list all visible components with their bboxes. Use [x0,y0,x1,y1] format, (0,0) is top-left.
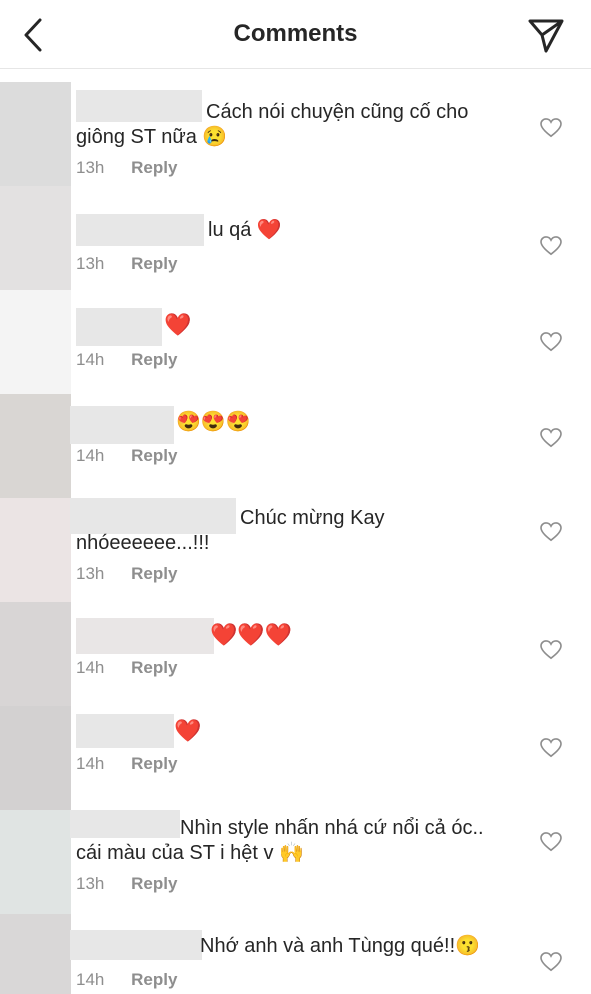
like-heart-icon[interactable] [540,522,562,542]
comment-item: Chúc mừng Kay nhóeeeeee...!!! 13h Reply [0,498,591,602]
reply-button[interactable]: Reply [131,254,177,273]
avatar[interactable] [0,602,71,706]
reply-button[interactable]: Reply [131,446,177,465]
reply-button[interactable]: Reply [131,970,177,989]
avatar[interactable] [0,706,71,810]
paper-plane-icon[interactable] [527,18,565,54]
comment-text: lu qá ❤️ [208,219,282,241]
reply-button[interactable]: Reply [131,754,177,773]
like-heart-icon[interactable] [540,952,562,972]
like-heart-icon[interactable] [540,236,562,256]
comment-item: 😍😍😍 14h Reply [0,394,591,498]
comment-meta: 14h Reply [76,754,177,774]
comment-meta: 14h Reply [76,446,177,466]
comment-meta: 13h Reply [76,564,177,584]
avatar[interactable] [0,810,71,914]
comment-item: Nhớ anh và anh Tùngg qué!!😗 14h Reply [0,914,591,994]
avatar[interactable] [0,82,71,186]
comment-item: lu qá ❤️ 13h Reply [0,186,591,290]
comment-text: Nhớ anh và anh Tùngg qué!!😗 [200,935,481,957]
reply-button[interactable]: Reply [131,658,177,677]
avatar[interactable] [0,498,71,602]
reply-button[interactable]: Reply [131,564,177,583]
like-heart-icon[interactable] [540,332,562,352]
comment-time: 14h [76,446,105,465]
comment-text: Chúc mừng Kay nhóeeeeee...!!! [76,507,385,554]
header-bar: Comments [0,0,591,69]
comment-text: Nhìn style nhấn nhá cứ nổi cả óc.. cái m… [76,817,484,864]
page-title: Comments [233,20,358,47]
comment-text: Cách nói chuyện cũng cố cho giông ST nữa… [76,101,469,148]
like-heart-icon[interactable] [540,428,562,448]
like-heart-icon[interactable] [540,118,562,138]
comment-item: ❤️ 14h Reply [0,290,591,394]
comment-item: ❤️ 14h Reply [0,706,591,810]
comment-text: ❤️❤️❤️ [210,622,293,647]
comment-time: 13h [76,158,105,177]
comment-time: 14h [76,754,105,773]
comment-time: 13h [76,254,105,273]
comment-item: ❤️❤️❤️ 14h Reply [0,602,591,706]
comment-time: 13h [76,564,105,583]
avatar[interactable] [0,394,71,498]
avatar[interactable] [0,186,71,290]
comment-text: ❤️ [164,312,192,337]
comment-meta: 14h Reply [76,658,177,678]
comment-item: Nhìn style nhấn nhá cứ nổi cả óc.. cái m… [0,810,591,914]
comment-item: Cách nói chuyện cũng cố cho giông ST nữa… [0,82,591,186]
like-heart-icon[interactable] [540,832,562,852]
avatar[interactable] [0,290,71,394]
comment-time: 13h [76,874,105,893]
reply-button[interactable]: Reply [131,874,177,893]
comment-meta: 14h Reply [76,970,177,990]
comment-text: ❤️ [174,718,202,743]
like-heart-icon[interactable] [540,640,562,660]
comment-meta: 13h Reply [76,874,177,894]
avatar[interactable] [0,914,71,994]
reply-button[interactable]: Reply [131,158,177,177]
comment-text: 😍😍😍 [176,411,251,433]
like-heart-icon[interactable] [540,738,562,758]
comment-time: 14h [76,970,105,989]
comment-time: 14h [76,658,105,677]
comment-meta: 13h Reply [76,254,177,274]
comment-meta: 14h Reply [76,350,177,370]
comment-meta: 13h Reply [76,158,177,178]
comment-time: 14h [76,350,105,369]
reply-button[interactable]: Reply [131,350,177,369]
